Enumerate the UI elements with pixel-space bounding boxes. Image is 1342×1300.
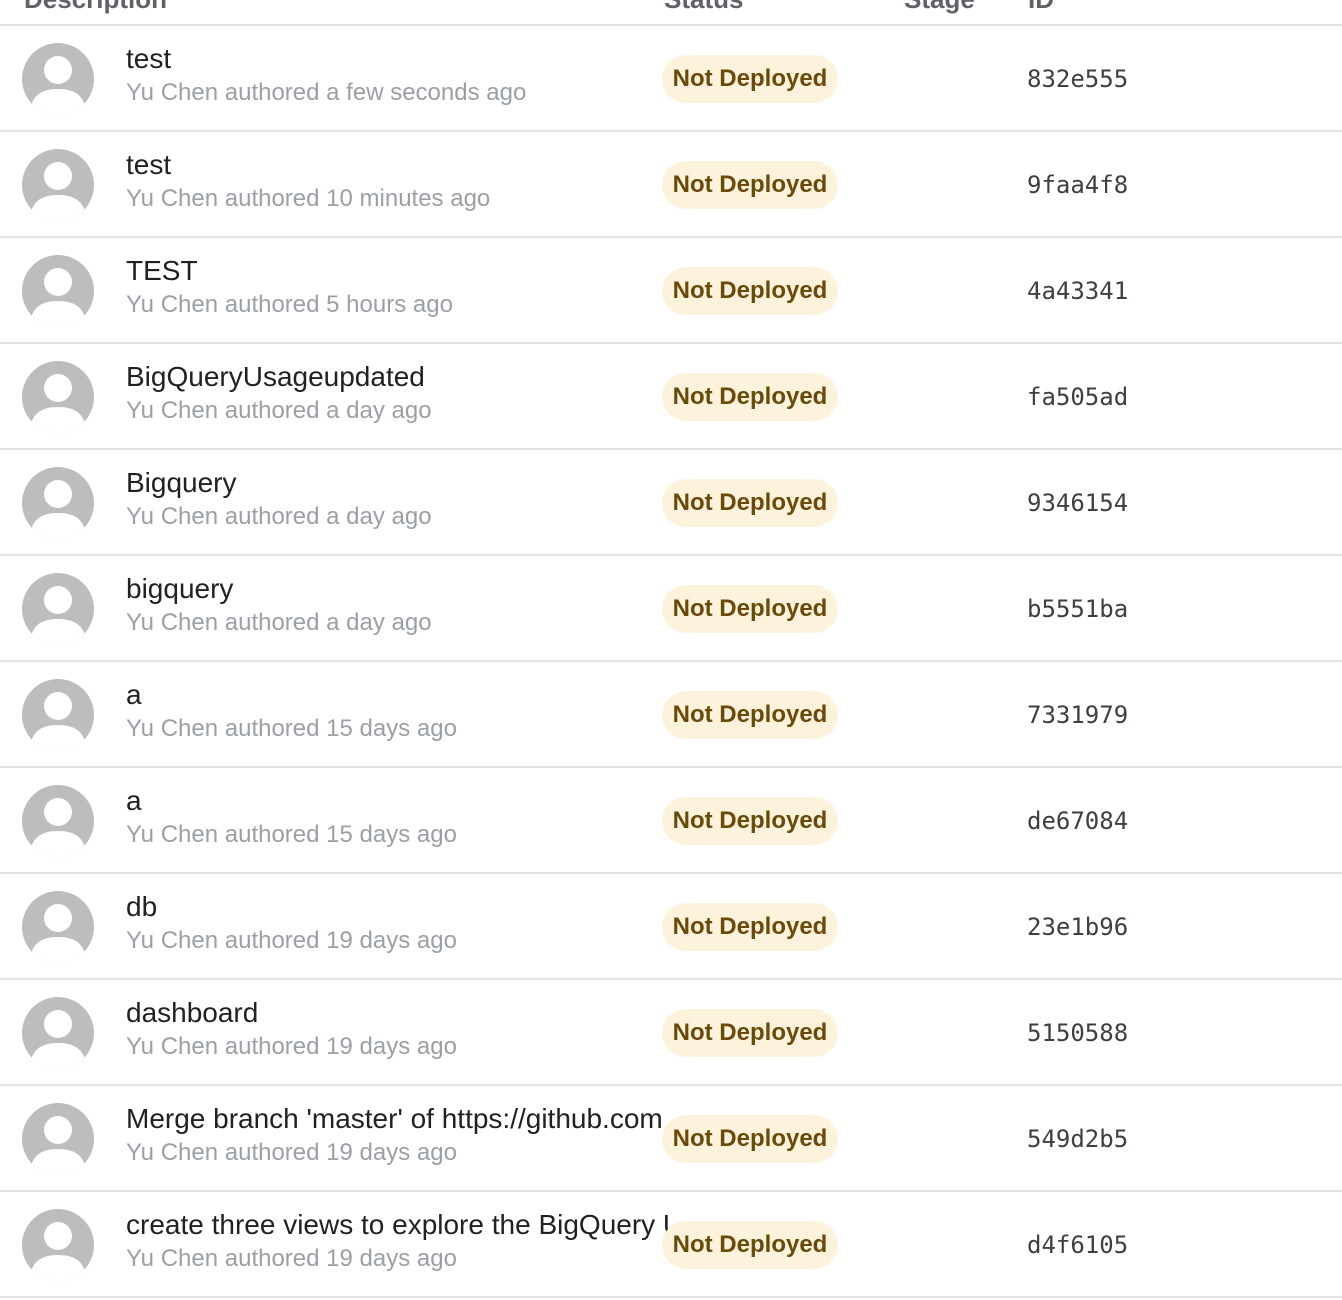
commit-row[interactable]: test Yu Chen authored 10 minutes ago Not… bbox=[0, 132, 1342, 238]
header-description: Description bbox=[24, 0, 167, 15]
commit-title[interactable]: bigquery bbox=[126, 572, 671, 606]
commit-row[interactable]: dashboard Yu Chen authored 19 days ago N… bbox=[0, 980, 1342, 1086]
commit-title[interactable]: test bbox=[126, 42, 671, 76]
commit-description: a Yu Chen authored 15 days ago bbox=[126, 784, 671, 852]
commit-description: db Yu Chen authored 19 days ago bbox=[126, 890, 671, 958]
deploy-status-badge: Not Deployed bbox=[662, 1009, 838, 1057]
user-avatar-icon bbox=[22, 361, 94, 433]
commit-author-time: Yu Chen authored 19 days ago bbox=[126, 1033, 457, 1060]
user-avatar-icon bbox=[22, 1103, 94, 1175]
commit-description: dashboard Yu Chen authored 19 days ago bbox=[126, 996, 671, 1064]
commit-row[interactable]: a Yu Chen authored 15 days ago Not Deplo… bbox=[0, 768, 1342, 874]
user-avatar-icon bbox=[22, 997, 94, 1069]
commit-author-time: Yu Chen authored 19 days ago bbox=[126, 927, 457, 954]
commit-author-time: Yu Chen authored 19 days ago bbox=[126, 1139, 457, 1166]
deploy-status-badge: Not Deployed bbox=[662, 1221, 838, 1269]
user-avatar-icon bbox=[22, 573, 94, 645]
commit-title[interactable]: create three views to explore the BigQue… bbox=[126, 1208, 671, 1242]
commit-title[interactable]: dashboard bbox=[126, 996, 671, 1030]
commit-title[interactable]: TEST bbox=[126, 254, 671, 288]
commit-sha[interactable]: 549d2b5 bbox=[1027, 1122, 1128, 1156]
commit-title[interactable]: Merge branch 'master' of https://github.… bbox=[126, 1102, 671, 1136]
commit-author-time: Yu Chen authored a day ago bbox=[126, 397, 432, 424]
commit-sha[interactable]: 9faa4f8 bbox=[1027, 168, 1128, 202]
commit-description: BigQueryUsageupdated Yu Chen authored a … bbox=[126, 360, 671, 428]
user-avatar-icon bbox=[22, 149, 94, 221]
commit-row[interactable]: a Yu Chen authored 15 days ago Not Deplo… bbox=[0, 662, 1342, 768]
commit-title[interactable]: BigQueryUsageupdated bbox=[126, 360, 671, 394]
commit-description: Bigquery Yu Chen authored a day ago bbox=[126, 466, 671, 534]
deploy-status-badge: Not Deployed bbox=[662, 55, 838, 103]
commit-row[interactable]: Bigquery Yu Chen authored a day ago Not … bbox=[0, 450, 1342, 556]
commit-author-time: Yu Chen authored a day ago bbox=[126, 609, 432, 636]
commit-description: bigquery Yu Chen authored a day ago bbox=[126, 572, 671, 640]
user-avatar-icon bbox=[22, 1209, 94, 1281]
commit-row[interactable]: bigquery Yu Chen authored a day ago Not … bbox=[0, 556, 1342, 662]
commit-sha[interactable]: de67084 bbox=[1027, 804, 1128, 838]
user-avatar-icon bbox=[22, 467, 94, 539]
commit-author-time: Yu Chen authored a few seconds ago bbox=[126, 79, 527, 106]
commit-description: a Yu Chen authored 15 days ago bbox=[126, 678, 671, 746]
commit-history-page: Description Status Stage ID test Yu Chen… bbox=[0, 0, 1342, 1300]
commit-sha[interactable]: d4f6105 bbox=[1027, 1228, 1128, 1262]
commit-author-time: Yu Chen authored 19 days ago bbox=[126, 1245, 457, 1272]
commit-sha[interactable]: 9346154 bbox=[1027, 486, 1128, 520]
commit-description: Merge branch 'master' of https://github.… bbox=[126, 1102, 671, 1170]
deploy-status-badge: Not Deployed bbox=[662, 161, 838, 209]
deploy-status-badge: Not Deployed bbox=[662, 585, 838, 633]
user-avatar-icon bbox=[22, 679, 94, 751]
commit-title[interactable]: db bbox=[126, 890, 671, 924]
commit-title[interactable]: a bbox=[126, 784, 671, 818]
commit-row[interactable]: TEST Yu Chen authored 5 hours ago Not De… bbox=[0, 238, 1342, 344]
user-avatar-icon bbox=[22, 43, 94, 115]
commit-sha[interactable]: b5551ba bbox=[1027, 592, 1128, 626]
commit-author-time: Yu Chen authored 15 days ago bbox=[126, 715, 457, 742]
commit-sha[interactable]: 7331979 bbox=[1027, 698, 1128, 732]
commit-description: create three views to explore the BigQue… bbox=[126, 1208, 671, 1276]
commit-row[interactable]: db Yu Chen authored 19 days ago Not Depl… bbox=[0, 874, 1342, 980]
commit-title[interactable]: a bbox=[126, 678, 671, 712]
commit-sha[interactable]: fa505ad bbox=[1027, 380, 1128, 414]
deploy-status-badge: Not Deployed bbox=[662, 797, 838, 845]
table-header: Description Status Stage ID bbox=[0, 0, 1342, 26]
commit-description: test Yu Chen authored a few seconds ago bbox=[126, 42, 671, 110]
deploy-status-badge: Not Deployed bbox=[662, 479, 838, 527]
header-commit: ID bbox=[1028, 0, 1054, 15]
deploy-status-badge: Not Deployed bbox=[662, 1115, 838, 1163]
commit-description: TEST Yu Chen authored 5 hours ago bbox=[126, 254, 671, 322]
deploy-status-badge: Not Deployed bbox=[662, 691, 838, 739]
commit-author-time: Yu Chen authored 10 minutes ago bbox=[126, 185, 491, 212]
commit-title[interactable]: test bbox=[126, 148, 671, 182]
commit-author-time: Yu Chen authored 15 days ago bbox=[126, 821, 457, 848]
user-avatar-icon bbox=[22, 785, 94, 857]
commit-row[interactable]: test Yu Chen authored a few seconds ago … bbox=[0, 26, 1342, 132]
header-status: Status bbox=[664, 0, 743, 15]
deploy-status-badge: Not Deployed bbox=[662, 267, 838, 315]
commit-row[interactable]: Merge branch 'master' of https://github.… bbox=[0, 1086, 1342, 1192]
header-stage: Stage bbox=[904, 0, 975, 15]
commit-row[interactable]: BigQueryUsageupdated Yu Chen authored a … bbox=[0, 344, 1342, 450]
commit-list: test Yu Chen authored a few seconds ago … bbox=[0, 26, 1342, 1298]
commit-row[interactable]: create three views to explore the BigQue… bbox=[0, 1192, 1342, 1298]
commit-sha[interactable]: 832e555 bbox=[1027, 62, 1128, 96]
user-avatar-icon bbox=[22, 255, 94, 327]
deploy-status-badge: Not Deployed bbox=[662, 373, 838, 421]
commit-description: test Yu Chen authored 10 minutes ago bbox=[126, 148, 671, 216]
commit-author-time: Yu Chen authored a day ago bbox=[126, 503, 432, 530]
user-avatar-icon bbox=[22, 891, 94, 963]
commit-sha[interactable]: 5150588 bbox=[1027, 1016, 1128, 1050]
commit-sha[interactable]: 4a43341 bbox=[1027, 274, 1128, 308]
deploy-status-badge: Not Deployed bbox=[662, 903, 838, 951]
commit-author-time: Yu Chen authored 5 hours ago bbox=[126, 291, 453, 318]
commit-sha[interactable]: 23e1b96 bbox=[1027, 910, 1128, 944]
commit-title[interactable]: Bigquery bbox=[126, 466, 671, 500]
